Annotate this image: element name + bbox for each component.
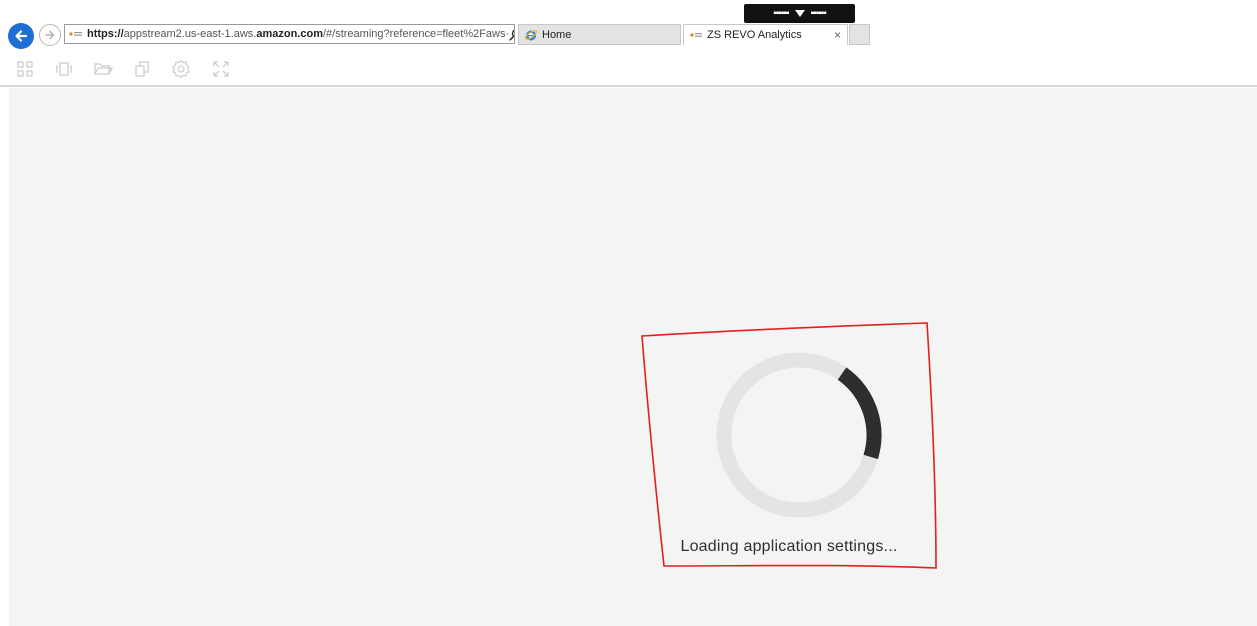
search-icon[interactable] [509, 28, 515, 41]
site-favicon-icon [69, 29, 83, 39]
red-annotation-box [641, 322, 937, 569]
tab-home-label: Home [542, 28, 572, 41]
ie-logo-icon [524, 29, 538, 40]
fullscreen-icon[interactable] [210, 58, 232, 80]
session-bar-right-dots: ▪▪▪▪▪▪ [810, 7, 827, 19]
url-domain: amazon.com [256, 28, 323, 40]
tab-zs-revo-analytics[interactable]: ZS REVO Analytics × [683, 24, 848, 45]
browser-topbar: ▪▪▪▪▪▪ ▪▪▪▪▪▪ https:// appstream2.us-eas… [0, 0, 1257, 52]
clipboard-icon[interactable] [131, 58, 153, 80]
appstream-toolbar [0, 55, 1257, 87]
url-host-prefix: appstream2.us-east-1.aws. [123, 28, 257, 40]
site-favicon-icon [690, 33, 702, 37]
apps-grid-icon[interactable] [14, 58, 36, 80]
session-bar-left-dots: ▪▪▪▪▪▪ [773, 7, 789, 19]
forward-button[interactable] [39, 24, 61, 46]
url-path: /#/streaming?reference=fleet%2Faws· [322, 28, 510, 40]
new-tab-button[interactable] [849, 24, 870, 45]
back-button[interactable] [8, 23, 34, 49]
windows-icon[interactable] [53, 58, 75, 80]
arrow-right-icon [45, 30, 55, 40]
folder-icon[interactable] [92, 58, 114, 80]
arrow-left-icon [15, 30, 28, 42]
url-protocol: https:// [87, 28, 124, 40]
remote-session-bar[interactable]: ▪▪▪▪▪▪ ▪▪▪▪▪▪ [744, 4, 855, 23]
chevron-down-icon[interactable] [794, 10, 805, 17]
address-bar[interactable]: https:// appstream2.us-east-1.aws. amazo… [64, 24, 515, 44]
settings-icon[interactable] [170, 58, 192, 80]
close-icon[interactable]: × [834, 28, 841, 42]
address-tools [509, 27, 515, 41]
streaming-content-area [9, 88, 1257, 626]
tab-active-label: ZS REVO Analytics [707, 29, 802, 41]
tab-home[interactable]: Home [518, 24, 681, 45]
